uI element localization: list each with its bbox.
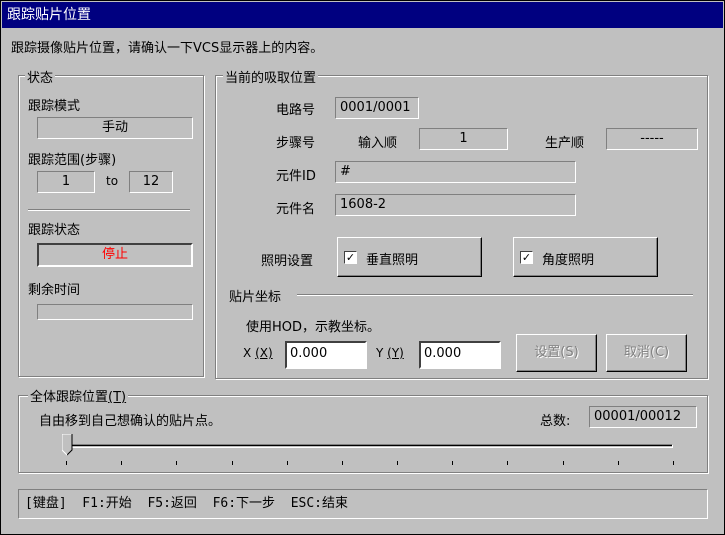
window-title: 跟踪贴片位置 xyxy=(2,2,723,28)
vertical-light-checkbox[interactable]: ✓ xyxy=(344,251,357,264)
set-button[interactable]: 设置(S) xyxy=(516,334,597,372)
lighting-label: 照明设置 xyxy=(261,254,314,269)
prod-order-value: ----- xyxy=(606,128,698,150)
component-id-value: # xyxy=(335,161,576,183)
slider-tick xyxy=(121,461,122,465)
coords-hint: 使用HOD，示教坐标。 xyxy=(246,320,381,335)
vertical-light-toggle[interactable]: ✓ 垂直照明 xyxy=(337,237,482,277)
input-order-label: 输入顺 xyxy=(358,136,398,151)
x-shortcut: (X) xyxy=(255,346,273,360)
range-from-field: 1 xyxy=(37,171,95,193)
status-legend: 状态 xyxy=(25,67,56,86)
cancel-button[interactable]: 取消(C) xyxy=(606,334,687,372)
y-coordinate-input[interactable]: 0.000 xyxy=(419,341,501,369)
angle-light-checkbox[interactable]: ✓ xyxy=(520,251,533,264)
slider-tick xyxy=(397,461,398,465)
component-name-value: 1608-2 xyxy=(335,194,576,216)
status-divider xyxy=(28,209,190,211)
tracking-mode-label: 跟踪模式 xyxy=(28,99,81,114)
slider-thumb[interactable] xyxy=(61,433,73,456)
slider-tick xyxy=(176,461,177,465)
position-slider[interactable] xyxy=(61,431,676,471)
tracking-mode-value: 手动 xyxy=(37,117,193,139)
circuit-label: 电路号 xyxy=(276,103,316,118)
component-name-label: 元件名 xyxy=(276,202,316,217)
slider-track xyxy=(66,444,673,448)
prod-order-label: 生产顺 xyxy=(545,136,585,151)
angle-light-label: 角度照明 xyxy=(542,253,595,268)
slider-tick xyxy=(66,461,67,465)
angle-light-toggle[interactable]: ✓ 角度照明 xyxy=(513,237,658,277)
slider-tick xyxy=(618,461,619,465)
slider-tick xyxy=(673,461,674,465)
coords-legend: 贴片坐标 xyxy=(229,290,282,305)
slider-tick xyxy=(507,461,508,465)
slider-tick xyxy=(342,461,343,465)
tracking-state-label: 跟踪状态 xyxy=(28,223,81,238)
coords-divider xyxy=(297,294,693,296)
slider-tick xyxy=(563,461,564,465)
x-label: X (X) xyxy=(243,346,273,360)
y-shortcut: (Y) xyxy=(387,346,404,360)
pickup-legend: 当前的吸取位置 xyxy=(223,67,319,86)
x-coordinate-input[interactable]: 0.000 xyxy=(285,341,367,369)
tracking-state-value: 停止 xyxy=(37,243,193,267)
circuit-value: 0001/0001 xyxy=(335,97,419,119)
overall-shortcut: (T) xyxy=(108,390,127,405)
slider-tick xyxy=(232,461,233,465)
component-id-label: 元件ID xyxy=(276,169,316,184)
overall-hint: 自由移到自己想确认的贴片点。 xyxy=(39,414,222,429)
total-label: 总数: xyxy=(540,414,571,429)
input-order-value: 1 xyxy=(419,128,508,150)
slider-tick xyxy=(287,461,288,465)
tracking-dialog: 跟踪贴片位置 跟踪摄像贴片位置，请确认一下VCS显示器上的内容。 状态 跟踪模式… xyxy=(0,0,725,535)
step-label: 步骤号 xyxy=(276,136,316,151)
keyboard-status-bar: [键盘] F1:开始 F5:返回 F6:下一步 ESC:结束 xyxy=(18,489,708,519)
range-to-label: to xyxy=(106,174,119,188)
total-value: 00001/00012 xyxy=(589,406,697,428)
vertical-light-label: 垂直照明 xyxy=(366,253,419,268)
y-label: Y (Y) xyxy=(376,346,404,360)
range-to-field: 12 xyxy=(129,171,173,193)
overall-legend: 全体跟踪位置(T) xyxy=(28,386,129,405)
remaining-time-bar xyxy=(37,304,193,320)
slider-tick xyxy=(452,461,453,465)
remaining-time-label: 剩余时间 xyxy=(28,283,81,298)
instruction-text: 跟踪摄像贴片位置，请确认一下VCS显示器上的内容。 xyxy=(11,41,324,56)
tracking-range-label: 跟踪范围(步骤) xyxy=(28,153,117,168)
